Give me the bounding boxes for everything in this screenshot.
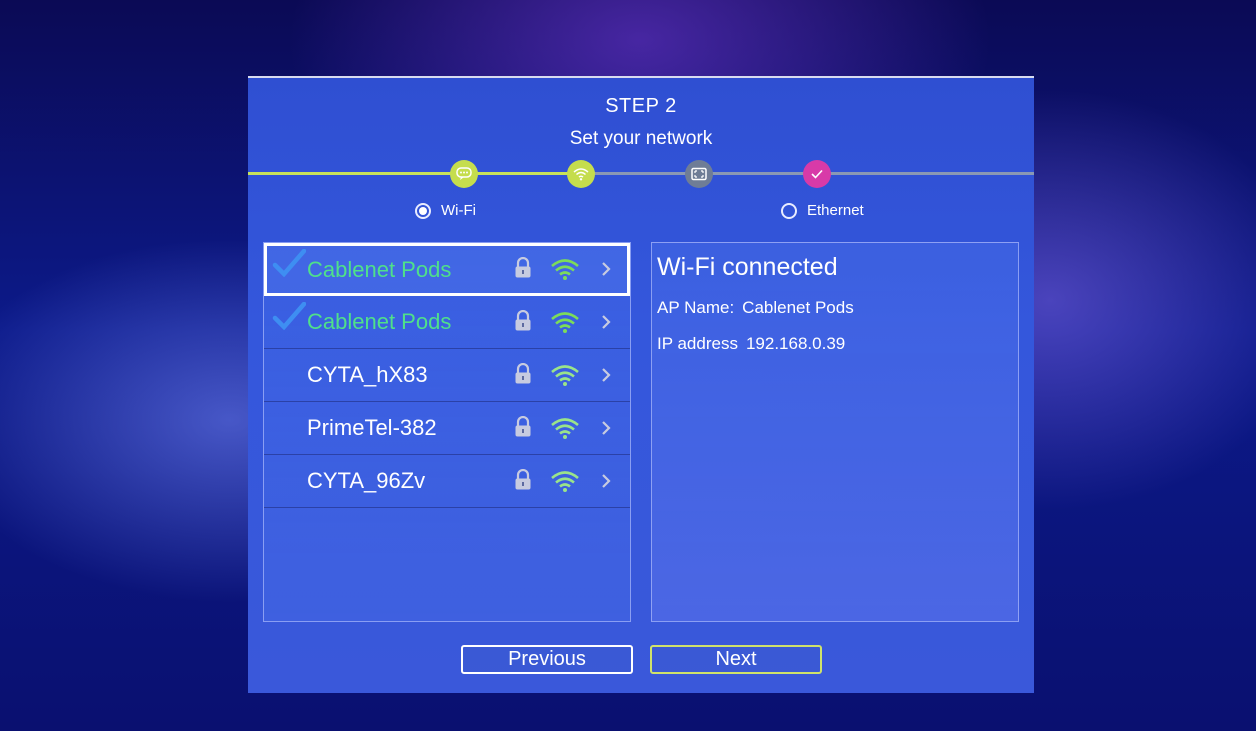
progress-step-1 — [450, 160, 478, 188]
wifi-icon — [573, 168, 589, 181]
network-list: Cablenet Pods Cablenet Pods CYTA_hX83 Pr… — [263, 242, 631, 622]
chevron-right-icon — [602, 421, 611, 435]
check-icon — [811, 169, 823, 179]
wifi-signal-icon — [551, 418, 579, 439]
progress-bar-completed — [248, 172, 578, 175]
setup-panel: STEP 2 Set your network Wi-Fi Ethernet C… — [248, 76, 1034, 693]
radio-wifi-label: Wi-Fi — [441, 202, 476, 219]
ap-name-line: AP Name: Cablenet Pods — [657, 298, 854, 318]
screen-background: STEP 2 Set your network Wi-Fi Ethernet C… — [0, 0, 1256, 731]
progress-step-3 — [685, 160, 713, 188]
progress-step-4 — [803, 160, 831, 188]
radio-ethernet-label: Ethernet — [807, 202, 864, 219]
network-row[interactable]: Cablenet Pods — [264, 243, 630, 296]
ap-name-label: AP Name: — [657, 298, 735, 317]
radio-selected-icon — [415, 202, 431, 219]
network-row[interactable]: PrimeTel-382 — [264, 402, 630, 455]
lock-icon — [515, 257, 531, 278]
network-name: CYTA_hX83 — [307, 362, 428, 387]
ip-address-line: IP address 192.168.0.39 — [657, 334, 845, 354]
step-title: STEP 2 — [605, 95, 677, 117]
chevron-right-icon — [602, 368, 611, 382]
network-row[interactable]: CYTA_96Zv — [264, 455, 630, 508]
chevron-right-icon — [602, 474, 611, 488]
connection-info-panel: Wi-Fi connected AP Name: Cablenet Pods IP… — [651, 242, 1019, 622]
wifi-signal-icon — [551, 365, 579, 386]
ip-address-value: 192.168.0.39 — [745, 334, 846, 353]
ip-address-label: IP address — [657, 334, 738, 353]
chat-icon — [456, 167, 472, 180]
wifi-signal-icon — [551, 471, 579, 492]
network-name: PrimeTel-382 — [307, 415, 437, 440]
connection-status-title: Wi-Fi connected — [657, 253, 838, 281]
connected-check-icon — [272, 302, 306, 330]
radio-wifi[interactable]: Wi-Fi — [415, 202, 476, 219]
progress-step-2 — [567, 160, 595, 188]
wifi-signal-icon — [551, 259, 579, 280]
previous-button[interactable]: Previous — [461, 645, 633, 674]
lock-icon — [515, 310, 531, 331]
lock-icon — [515, 363, 531, 384]
network-name: Cablenet Pods — [307, 256, 452, 282]
network-name: Cablenet Pods — [307, 309, 452, 334]
wifi-signal-icon — [551, 312, 579, 333]
radio-ethernet[interactable]: Ethernet — [781, 202, 864, 219]
network-row[interactable]: Cablenet Pods — [264, 296, 630, 349]
network-row[interactable]: CYTA_hX83 — [264, 349, 630, 402]
step-subtitle: Set your network — [569, 128, 713, 149]
screen-icon — [691, 167, 707, 181]
chevron-right-icon — [602, 315, 611, 329]
radio-unselected-icon — [781, 202, 797, 219]
lock-icon — [515, 416, 531, 437]
next-button[interactable]: Next — [650, 645, 822, 674]
ap-name-value: Cablenet Pods — [742, 298, 854, 317]
chevron-right-icon — [602, 262, 611, 276]
lock-icon — [515, 469, 531, 490]
network-name: CYTA_96Zv — [307, 468, 426, 493]
connected-check-icon — [272, 249, 306, 277]
